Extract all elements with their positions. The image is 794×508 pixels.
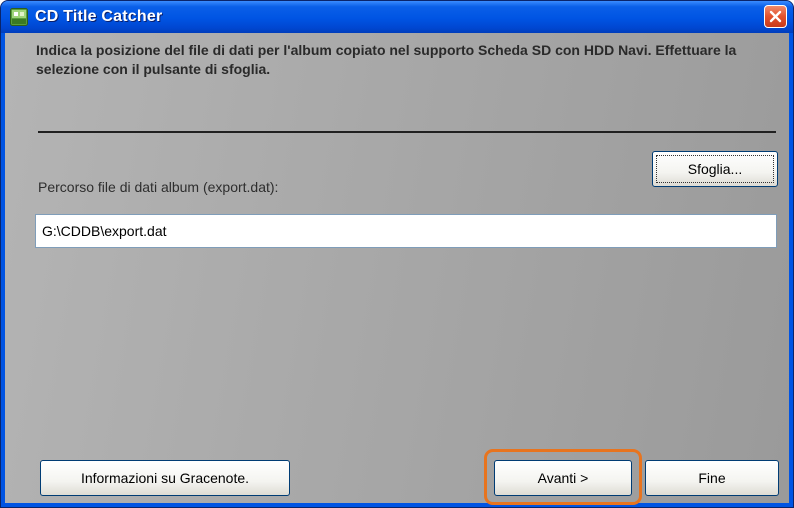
browse-button[interactable]: Sfoglia... — [652, 151, 778, 187]
focus-rect — [656, 155, 774, 183]
window-title: CD Title Catcher — [35, 8, 163, 25]
gracenote-info-label: Informazioni su Gracenote. — [80, 470, 250, 486]
app-icon — [10, 8, 28, 26]
dialog-window: CD Title Catcher Indica la posizione del… — [0, 0, 794, 508]
path-input[interactable] — [35, 214, 777, 248]
close-icon — [769, 10, 782, 23]
close-button[interactable] — [764, 5, 787, 28]
path-label: Percorso file di dati album (export.dat)… — [38, 179, 279, 195]
finish-button[interactable]: Fine — [645, 460, 779, 496]
instruction-text: Indica la posizione del file di dati per… — [36, 42, 737, 77]
separator — [38, 131, 776, 133]
finish-button-label: Fine — [698, 470, 726, 486]
dialog-body: Indica la posizione del file di dati per… — [5, 33, 789, 505]
gracenote-info-button[interactable]: Informazioni su Gracenote. — [40, 460, 290, 496]
next-button-label: Avanti > — [537, 470, 589, 486]
title-bar[interactable]: CD Title Catcher — [1, 1, 793, 33]
next-button[interactable]: Avanti > — [494, 460, 632, 496]
